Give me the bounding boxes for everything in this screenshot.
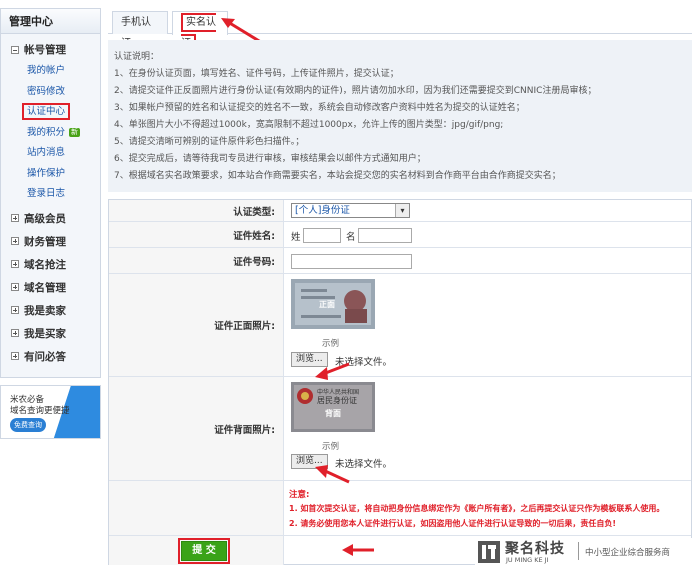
sidebar-group-finance[interactable]: 财务管理 (1, 230, 100, 253)
sidebar-group-label: 我是买家 (24, 327, 66, 340)
form-row-number: 证件号码: (109, 248, 691, 274)
brand-slogan: 中小型企业综合服务商 (585, 548, 671, 558)
expand-icon (11, 329, 19, 337)
id-number-input[interactable] (291, 254, 412, 269)
notice-line-2: 2. 请务必使用您本人证件进行认证，如因盗用他人证件进行认证导致的一切后果，责任… (289, 519, 617, 528)
id-front-sample-image: 正面 (291, 279, 375, 329)
back-browse-button[interactable]: 浏览... (291, 454, 328, 469)
back-photo-text: 背面 (325, 409, 341, 418)
sample-caption: 示例 (322, 339, 340, 349)
name-label: 证件姓名: (109, 222, 284, 247)
sidebar-group-backorder[interactable]: 域名抢注 (1, 253, 100, 276)
type-label: 认证类型: (109, 200, 284, 221)
chevron-down-icon: ▾ (395, 204, 409, 217)
sidebar-group-label: 财务管理 (24, 235, 66, 248)
note-line: 2、请提交证件正反面照片进行身份认证(有效期内的证件)，照片请勿加水印，因为我们… (114, 86, 597, 96)
surname-input[interactable] (303, 228, 341, 243)
sidebar-item-label: 我的积分 (27, 126, 66, 138)
form-row-front-photo: 证件正面照片: 正面 示例 浏览... 未选择文件。 (109, 274, 691, 377)
sidebar-group-label: 帐号管理 (24, 44, 66, 56)
brand-divider (578, 542, 579, 560)
surname-label: 姓 (291, 232, 301, 243)
form-row-notice: 注意: 1. 如首次提交认证，将自动把身份信息绑定作为《账户所有者》，之后再提交… (109, 481, 691, 535)
sidebar-group-premium[interactable]: 高级会员 (1, 207, 100, 230)
expand-icon (11, 306, 19, 314)
tab-realname-verification[interactable]: 实名认证 (172, 11, 228, 53)
given-name-input[interactable] (358, 228, 412, 243)
notice-line-1: 1. 如首次提交认证，将自动把身份信息绑定作为《账户所有者》，之后再提交认证只作… (289, 504, 665, 513)
front-browse-button[interactable]: 浏览... (291, 352, 328, 367)
expand-icon (11, 214, 19, 222)
page: 管理中心 帐号管理 我的帐户 密码修改 认证中心 我的积分新 站内消息 操作保护… (0, 0, 692, 566)
submit-button[interactable]: 提 交 (178, 538, 230, 564)
back-photo-label: 证件背面照片: (109, 377, 284, 480)
tab-bar: 手机认证 实名认证 (108, 8, 692, 53)
form-row-name: 证件姓名: 姓 名 (109, 222, 691, 248)
sidebar: 管理中心 帐号管理 我的帐户 密码修改 认证中心 我的积分新 站内消息 操作保护… (0, 8, 101, 378)
note-line: 7、根据域名实名政策要求，如本站合作商需要实名，本站会提交您的实名材料到合作商平… (114, 171, 561, 181)
sidebar-item-my-account[interactable]: 我的帐户 (1, 61, 100, 82)
sidebar-item-password[interactable]: 密码修改 (1, 82, 100, 103)
sidebar-group-domains[interactable]: 域名管理 (1, 276, 100, 299)
expand-icon (11, 283, 19, 291)
sidebar-item-login-log[interactable]: 登录日志 (1, 184, 100, 205)
sidebar-item-points[interactable]: 我的积分新 (1, 123, 100, 144)
back-file-status: 未选择文件。 (335, 459, 393, 470)
back-photo-sub: 居民身份证 (317, 396, 357, 405)
note-line: 6、提交完成后，请等待我司专员进行审核，审核结果会以邮件方式通知用户； (114, 154, 426, 164)
sidebar-group-label: 高级会员 (24, 212, 66, 225)
sidebar-title: 管理中心 (1, 9, 100, 34)
sidebar-group-faq[interactable]: 有问必答 (1, 345, 100, 368)
promo-button[interactable]: 免费查询 (10, 418, 46, 432)
note-line: 5、请提交清晰可辨别的证件原件彩色扫描件。； (114, 137, 305, 147)
front-photo-text: 正面 (319, 300, 335, 309)
verification-form: 认证类型: [个人]身份证 ▾ 证件姓名: 姓 名 证件号码: 证件正面照片: … (108, 199, 692, 565)
sidebar-item-verification-center[interactable]: 认证中心 (1, 102, 100, 123)
new-badge: 新 (69, 127, 81, 137)
tab-phone-verification[interactable]: 手机认证 (112, 11, 168, 49)
note-line: 3、如果帐户预留的姓名和认证提交的姓名不一致，系统会自动修改客户资料中姓名为提交… (114, 103, 525, 113)
id-back-sample-image: 中华人民共和国 居民身份证 背面 (291, 382, 375, 432)
collapse-icon (11, 45, 19, 54)
notice-title: 注意: (289, 490, 310, 500)
note-line: 1、在身份认证页面，填写姓名、证件号码，上传证件照片，提交认证； (114, 69, 399, 79)
brand-pinyin: JU MING KE JI (506, 556, 549, 564)
promo-line-2: 域名查询更便捷 (10, 406, 70, 416)
number-label: 证件号码: (109, 248, 284, 273)
form-row-type: 认证类型: [个人]身份证 ▾ (109, 200, 691, 222)
sidebar-item-protection[interactable]: 操作保护 (1, 164, 100, 185)
sample-caption: 示例 (322, 442, 340, 452)
sidebar-item-label: 认证中心 (22, 103, 71, 120)
note-line: 4、单张图片大小不得超过1000k，宽高限制不超过1000px，允许上传的图片类… (114, 120, 504, 130)
brand-watermark: 聚名科技 JU MING KE JI 中小型企业综合服务商 (475, 538, 692, 566)
brand-logo-icon (478, 541, 500, 563)
verification-notes: 认证说明： 1、在身份认证页面，填写姓名、证件号码，上传证件照片，提交认证； 2… (108, 40, 692, 192)
given-name-label: 名 (346, 232, 356, 243)
expand-icon (11, 237, 19, 245)
sidebar-group-label: 我是卖家 (24, 304, 66, 317)
sidebar-group-label: 域名管理 (24, 281, 66, 294)
sidebar-item-messages[interactable]: 站内消息 (1, 143, 100, 164)
select-value: [个人]身份证 (295, 205, 350, 216)
note-title: 认证说明： (114, 52, 160, 62)
promo-banner[interactable]: 米农必备 域名查询更便捷 免费查询 (0, 385, 101, 439)
expand-icon (11, 260, 19, 268)
sidebar-group-buyer[interactable]: 我是买家 (1, 322, 100, 345)
sidebar-group-label: 有问必答 (24, 350, 66, 363)
brand-name: 聚名科技 (505, 541, 565, 557)
sidebar-group-label: 域名抢注 (24, 258, 66, 271)
notice-label-cell (109, 481, 284, 535)
sidebar-group-seller[interactable]: 我是卖家 (1, 299, 100, 322)
id-type-select[interactable]: [个人]身份证 ▾ (291, 203, 410, 218)
front-photo-label: 证件正面照片: (109, 274, 284, 376)
form-row-back-photo: 证件背面照片: 中华人民共和国 居民身份证 背面 示例 浏览... 未选择文件。 (109, 377, 691, 481)
sidebar-group-account[interactable]: 帐号管理 (1, 38, 100, 61)
expand-icon (11, 352, 19, 360)
front-file-status: 未选择文件。 (335, 357, 393, 368)
